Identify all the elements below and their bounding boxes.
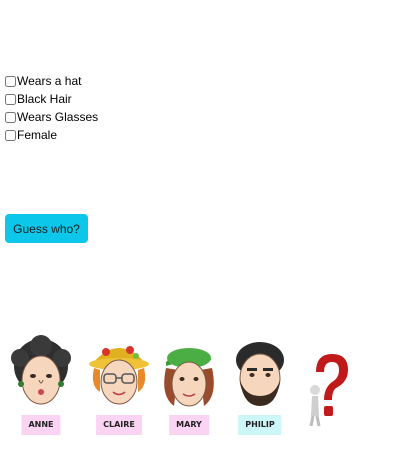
female-label: Female (17, 128, 58, 142)
character-card-philip: PHILIP (225, 334, 295, 442)
character-name-tag: CLAIRE (96, 415, 142, 435)
female-checkbox[interactable] (5, 129, 16, 141)
filter-female[interactable]: Female (4, 126, 98, 144)
character-card-anne: ANNE (6, 334, 76, 442)
wears-glasses-label: Wears Glasses (17, 110, 99, 124)
filter-wears-glasses[interactable]: Wears Glasses (4, 108, 98, 126)
filter-options: Wears a hat Black Hair Wears Glasses Fem… (4, 72, 98, 144)
wears-glasses-checkbox[interactable] (5, 111, 16, 123)
wears-hat-label: Wears a hat (17, 74, 82, 88)
character-card-claire: CLAIRE (84, 334, 154, 442)
wears-hat-checkbox[interactable] (5, 75, 16, 87)
character-name-tag: MARY (169, 415, 209, 435)
black-hair-checkbox[interactable] (5, 93, 16, 105)
question-mark-figure-icon (309, 354, 348, 427)
philip-portrait-icon (236, 342, 284, 406)
anne-portrait-icon (11, 335, 71, 405)
black-hair-label: Black Hair (17, 92, 72, 106)
guess-who-button[interactable]: Guess who? (5, 214, 88, 243)
filter-wears-hat[interactable]: Wears a hat (4, 72, 98, 90)
character-name-tag: ANNE (21, 415, 61, 435)
claire-portrait-icon (89, 346, 149, 405)
character-strip: ANNE CLAIRE MARY (6, 334, 224, 442)
character-card-mary: MARY (154, 334, 224, 442)
character-name-tag: PHILIP (238, 415, 282, 435)
mary-portrait-icon (164, 348, 214, 407)
filter-black-hair[interactable]: Black Hair (4, 90, 98, 108)
